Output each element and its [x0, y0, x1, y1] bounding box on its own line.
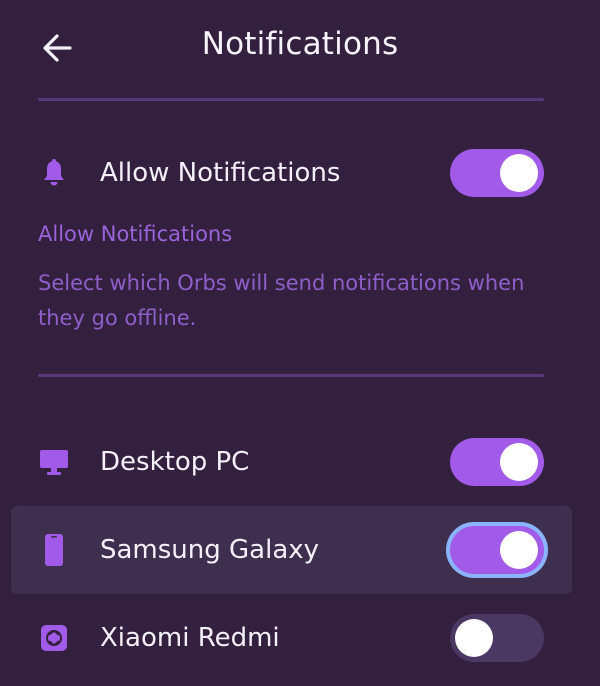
page-title: Notifications [201, 26, 399, 62]
device-toggle-samsung-galaxy[interactable] [450, 526, 544, 574]
section-subhead: Allow Notifications [38, 222, 233, 246]
allow-notifications-row: Allow Notifications [0, 135, 600, 211]
toggle-knob [500, 443, 538, 481]
phone-icon [38, 534, 70, 566]
allow-notifications-toggle[interactable] [450, 149, 544, 197]
toggle-knob [500, 531, 538, 569]
device-toggle-desktop-pc[interactable] [450, 438, 544, 486]
device-toggle-xiaomi-redmi[interactable] [450, 614, 544, 662]
device-label: Xiaomi Redmi [100, 623, 280, 653]
header: Notifications [0, 0, 600, 100]
device-label: Desktop PC [100, 447, 250, 477]
section-description: Select which Orbs will send notification… [38, 271, 525, 330]
device-row-desktop-pc: Desktop PC [0, 424, 600, 500]
header-divider [38, 98, 544, 101]
toggle-knob [455, 619, 493, 657]
allow-notifications-label: Allow Notifications [100, 158, 341, 188]
section-divider [38, 374, 544, 377]
tablet-icon [38, 622, 70, 654]
device-label: Samsung Galaxy [100, 535, 320, 565]
bell-icon [38, 157, 70, 189]
notifications-screen: Notifications Allow Notifications Allow … [0, 0, 600, 686]
toggle-knob [500, 154, 538, 192]
device-row-xiaomi-redmi: Xiaomi Redmi [0, 600, 600, 676]
device-row-samsung-galaxy: Samsung Galaxy [11, 506, 572, 594]
monitor-icon [38, 446, 70, 478]
